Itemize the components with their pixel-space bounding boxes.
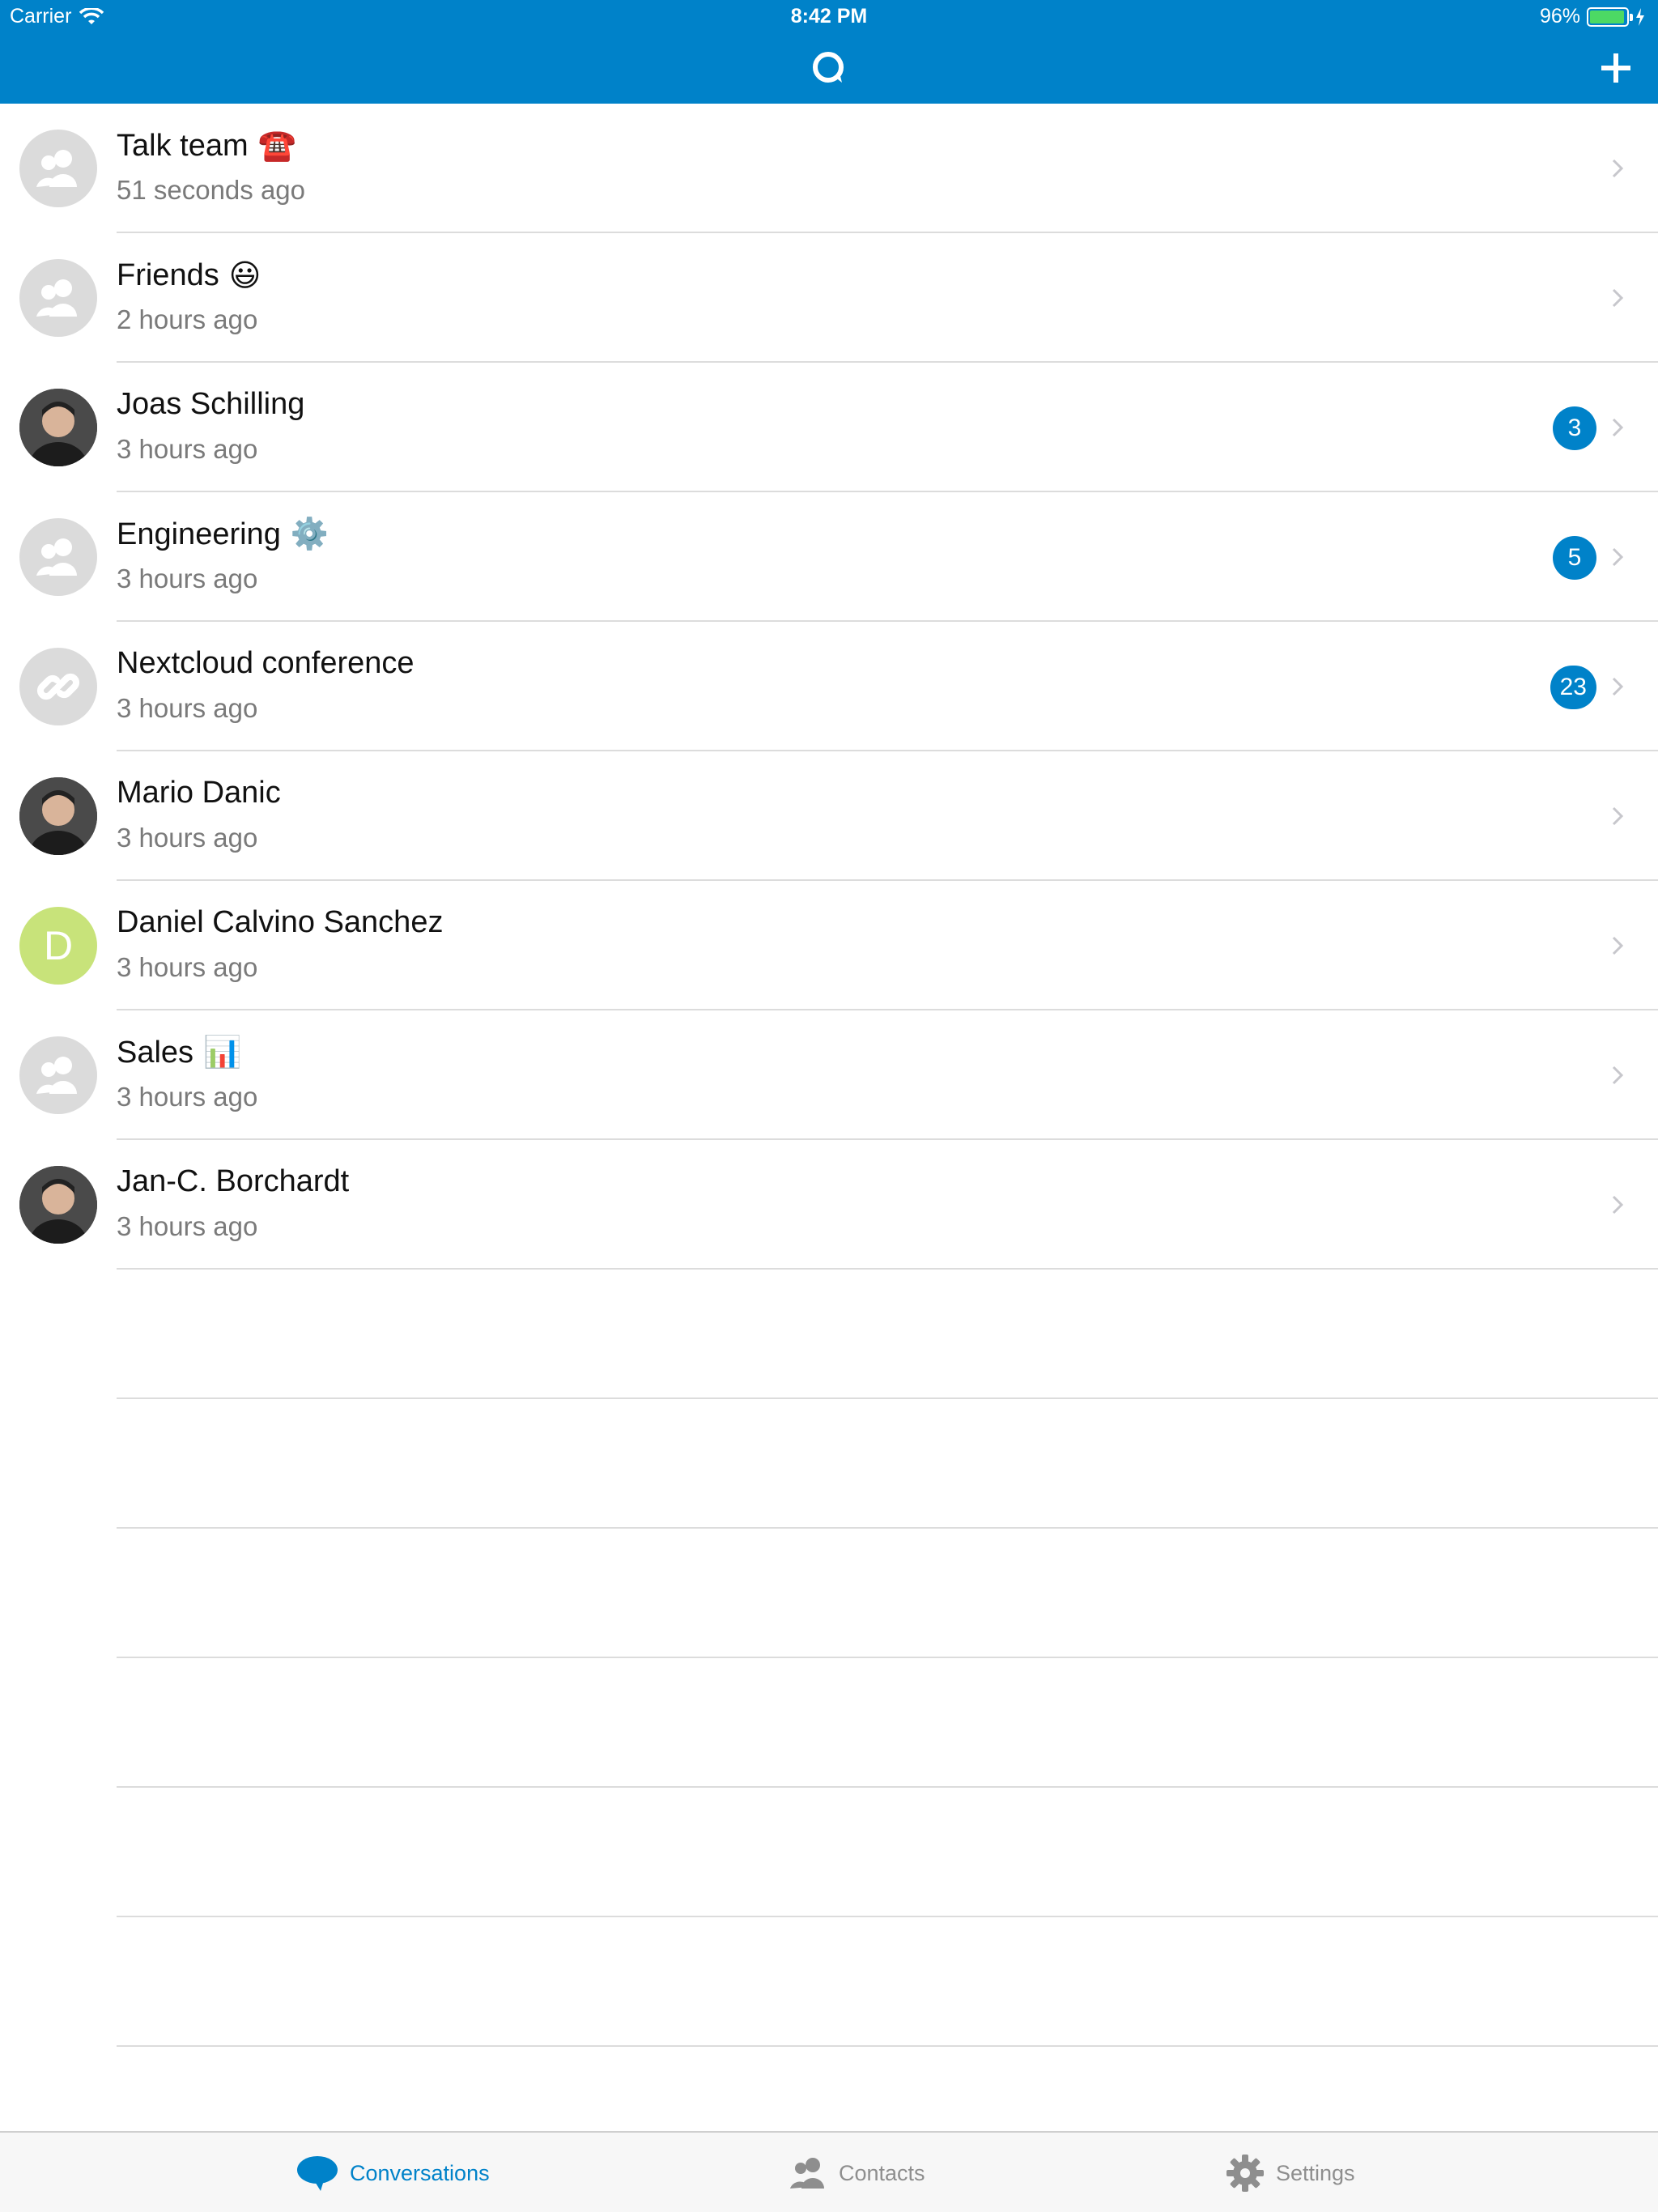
link-icon bbox=[36, 673, 80, 700]
chevron-right-icon bbox=[1612, 288, 1624, 308]
conversation-name: Engineering bbox=[117, 517, 281, 551]
gear-icon bbox=[1226, 2155, 1264, 2192]
conversation-avatar bbox=[19, 259, 97, 337]
conversation-avatar bbox=[19, 130, 97, 207]
conversation-last-activity: 3 hours ago bbox=[117, 564, 258, 593]
conversation-name: Mario Danic bbox=[117, 776, 281, 810]
tab-label: Conversations bbox=[350, 2160, 490, 2185]
chevron-right-icon bbox=[1612, 1066, 1624, 1085]
conversation-title: Sales 📊 bbox=[117, 1035, 241, 1070]
conversation-last-activity: 3 hours ago bbox=[117, 1211, 258, 1241]
person-photo bbox=[19, 389, 97, 466]
conversation-title: Joas Schilling bbox=[117, 387, 304, 422]
conversation-title: Friends 😃 bbox=[117, 257, 261, 294]
tab-label: Contacts bbox=[839, 2160, 925, 2185]
conversation-name: Sales bbox=[117, 1035, 194, 1070]
conversation-last-activity: 3 hours ago bbox=[117, 693, 258, 723]
conversation-avatar bbox=[19, 1036, 97, 1114]
conversation-name: Friends bbox=[117, 258, 219, 292]
tab-conversations[interactable]: Conversations bbox=[296, 2133, 490, 2212]
conversation-row[interactable]: Sales 📊 3 hours ago bbox=[0, 1010, 1658, 1140]
avatar-letter: D bbox=[43, 923, 74, 968]
conversation-last-activity: 3 hours ago bbox=[117, 1082, 258, 1112]
conversation-avatar: D bbox=[19, 907, 97, 985]
conversation-last-activity: 3 hours ago bbox=[117, 952, 258, 982]
conversation-row[interactable]: Mario Danic 3 hours ago bbox=[0, 751, 1658, 881]
chevron-right-icon bbox=[1612, 806, 1624, 826]
tab-bar: Conversations Contacts Settings bbox=[0, 2131, 1658, 2212]
conversation-row[interactable]: Joas Schilling 3 hours ago 3 bbox=[0, 363, 1658, 492]
conversation-emoji: 📊 bbox=[203, 1036, 242, 1070]
conversation-emoji: ⚙️ bbox=[290, 517, 329, 551]
empty-list-row bbox=[0, 1788, 1658, 1917]
contacts-icon bbox=[790, 2158, 824, 2189]
chevron-right-icon bbox=[1612, 547, 1624, 567]
conversation-emoji: 😃 bbox=[228, 259, 261, 293]
conversation-row[interactable]: Nextcloud conference 3 hours ago 23 bbox=[0, 622, 1658, 751]
conversation-title: Jan-C. Borchardt bbox=[117, 1164, 349, 1199]
conversation-name: Daniel Calvino Sanchez bbox=[117, 905, 444, 939]
conversation-emoji: ☎️ bbox=[257, 129, 296, 163]
conversation-last-activity: 2 hours ago bbox=[117, 304, 258, 334]
conversation-row[interactable]: Talk team ☎️ 51 seconds ago bbox=[0, 104, 1658, 233]
conversation-title: Engineering ⚙️ bbox=[117, 517, 329, 552]
conversation-list: Talk team ☎️ 51 seconds ago Friends 😃 2 … bbox=[0, 104, 1658, 2047]
talk-logo-icon bbox=[813, 52, 844, 83]
conversation-avatar bbox=[19, 777, 97, 855]
battery-icon bbox=[1587, 6, 1633, 27]
battery-percentage: 96% bbox=[1539, 5, 1580, 28]
conversation-last-activity: 3 hours ago bbox=[117, 823, 258, 853]
tab-contacts[interactable]: Contacts bbox=[790, 2133, 925, 2212]
battery-status: 96% bbox=[1540, 5, 1645, 28]
status-time: 8:42 PM bbox=[790, 5, 868, 28]
group-icon bbox=[36, 1057, 77, 1094]
tab-settings[interactable]: Settings bbox=[1226, 2133, 1355, 2212]
conversation-avatar bbox=[19, 518, 97, 596]
add-conversation-button[interactable] bbox=[1593, 45, 1639, 91]
chevron-right-icon bbox=[1612, 677, 1624, 696]
unread-count-badge: 23 bbox=[1550, 666, 1596, 709]
conversation-title: Mario Danic bbox=[117, 776, 281, 810]
group-icon bbox=[36, 150, 77, 187]
conversation-name: Talk team bbox=[117, 128, 249, 163]
tab-label: Settings bbox=[1276, 2160, 1355, 2185]
empty-list-row bbox=[0, 1270, 1658, 1399]
conversation-avatar bbox=[19, 389, 97, 466]
person-photo bbox=[19, 777, 97, 855]
status-bar: Carrier 8:42 PM 96% bbox=[0, 0, 1658, 32]
conversation-row[interactable]: Jan-C. Borchardt 3 hours ago bbox=[0, 1140, 1658, 1270]
chevron-right-icon bbox=[1612, 1195, 1624, 1214]
conversation-last-activity: 3 hours ago bbox=[117, 434, 258, 464]
conversation-last-activity: 51 seconds ago bbox=[117, 175, 306, 205]
chat-bubble-icon bbox=[297, 2156, 338, 2191]
conversation-title: Talk team ☎️ bbox=[117, 128, 296, 164]
conversation-title: Daniel Calvino Sanchez bbox=[117, 905, 443, 940]
chevron-right-icon bbox=[1612, 159, 1624, 178]
empty-list-row bbox=[0, 1658, 1658, 1788]
empty-list-row bbox=[0, 1399, 1658, 1529]
unread-count-badge: 5 bbox=[1553, 536, 1596, 580]
chevron-right-icon bbox=[1612, 936, 1624, 955]
empty-list-row bbox=[0, 1917, 1658, 2047]
plus-icon bbox=[1601, 53, 1630, 83]
unread-count-badge: 3 bbox=[1553, 406, 1596, 450]
group-icon bbox=[36, 279, 77, 317]
conversation-row[interactable]: D Daniel Calvino Sanchez 3 hours ago bbox=[0, 881, 1658, 1010]
conversation-title: Nextcloud conference bbox=[117, 646, 414, 681]
charging-bolt-icon bbox=[1636, 7, 1644, 26]
group-icon bbox=[36, 538, 77, 576]
conversation-avatar bbox=[19, 648, 97, 725]
conversation-name: Jan-C. Borchardt bbox=[117, 1164, 350, 1198]
person-photo bbox=[19, 1166, 97, 1244]
conversation-avatar bbox=[19, 1166, 97, 1244]
conversation-name: Joas Schilling bbox=[117, 387, 305, 421]
conversation-row[interactable]: Friends 😃 2 hours ago bbox=[0, 233, 1658, 363]
navigation-bar: Carrier 8:42 PM 96% bbox=[0, 0, 1658, 104]
empty-list-row bbox=[0, 1529, 1658, 1658]
chevron-right-icon bbox=[1612, 418, 1624, 437]
conversation-row[interactable]: Engineering ⚙️ 3 hours ago 5 bbox=[0, 492, 1658, 622]
conversation-name: Nextcloud conference bbox=[117, 646, 414, 680]
